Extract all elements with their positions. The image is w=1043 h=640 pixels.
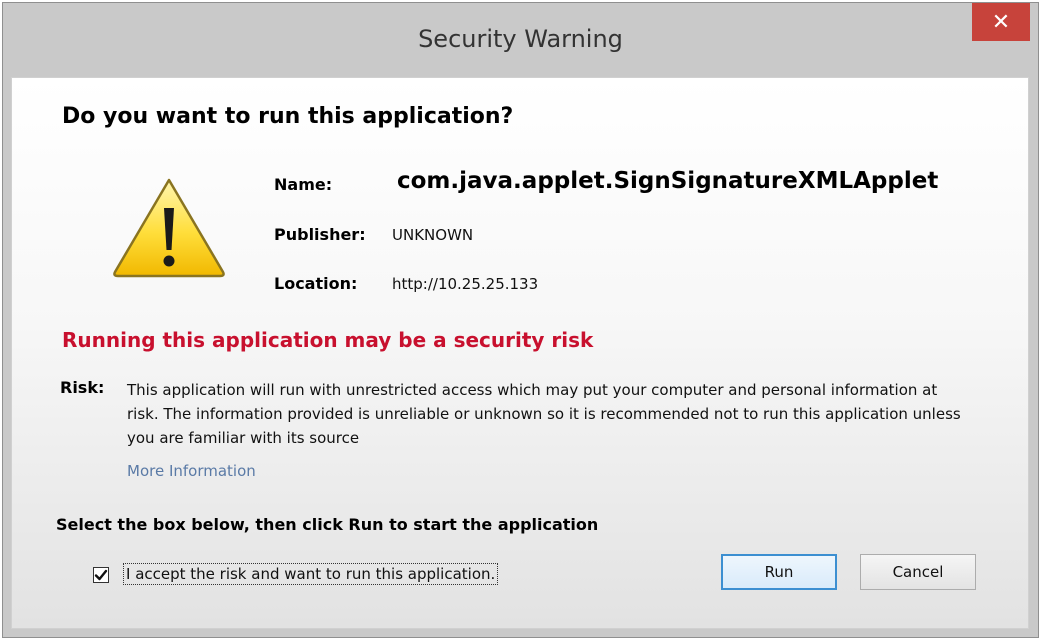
location-value: http://10.25.25.133: [392, 275, 539, 293]
checkmark-icon: [94, 569, 108, 581]
location-label: Location:: [274, 274, 358, 293]
select-instruction: Select the box below, then click Run to …: [56, 515, 599, 534]
risk-description: This application will run with unrestric…: [127, 381, 961, 447]
dialog-content: Do you want to run this application? Nam…: [11, 77, 1029, 629]
publisher-label: Publisher:: [274, 225, 366, 244]
dialog-question: Do you want to run this application?: [62, 104, 514, 129]
run-button[interactable]: Run: [721, 554, 837, 590]
publisher-value: UNKNOWN: [392, 226, 474, 244]
title-bar[interactable]: Security Warning ✕: [3, 3, 1038, 77]
cancel-button[interactable]: Cancel: [860, 554, 976, 590]
name-label: Name:: [274, 175, 333, 194]
risk-label: Risk:: [60, 378, 105, 397]
warning-icon: [113, 178, 225, 278]
window-title: Security Warning: [418, 25, 623, 53]
more-information-link[interactable]: More Information: [127, 462, 256, 480]
accept-risk-label[interactable]: I accept the risk and want to run this a…: [123, 563, 499, 585]
close-button[interactable]: ✕: [972, 3, 1030, 41]
application-name: com.java.applet.SignSignatureXMLApplet: [397, 168, 939, 194]
risk-heading: Running this application may be a securi…: [62, 328, 594, 352]
accept-risk-checkbox[interactable]: [93, 567, 109, 583]
security-warning-dialog: Security Warning ✕ Do you want to run th…: [2, 2, 1039, 638]
close-icon: ✕: [991, 9, 1011, 35]
